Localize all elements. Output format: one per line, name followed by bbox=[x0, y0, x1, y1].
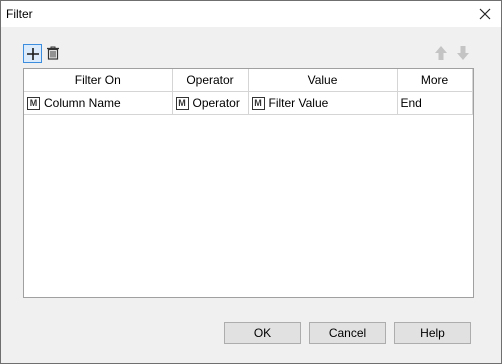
operator-cell[interactable]: M Operator bbox=[172, 91, 249, 115]
filter-value: Filter Value bbox=[268, 96, 329, 110]
more-value: End bbox=[400, 96, 422, 110]
column-header-filter-on[interactable]: Filter On bbox=[24, 69, 173, 92]
table-row[interactable]: M Column Name M Operator M Filter Value … bbox=[24, 91, 473, 115]
filter-on-value: Column Name bbox=[44, 96, 121, 110]
close-button[interactable] bbox=[475, 4, 495, 24]
title-bar: Filter bbox=[1, 1, 501, 27]
formula-m-icon[interactable]: M bbox=[27, 96, 40, 110]
filter-grid: Filter On Operator Value More M Column N… bbox=[23, 68, 474, 298]
move-down-button[interactable] bbox=[454, 44, 472, 62]
arrow-down-icon bbox=[457, 46, 469, 60]
cancel-button[interactable]: Cancel bbox=[309, 322, 386, 344]
value-cell[interactable]: M Filter Value bbox=[248, 91, 398, 115]
trash-icon bbox=[47, 46, 59, 60]
delete-filter-button[interactable] bbox=[44, 44, 62, 62]
dialog-body: Filter On Operator Value More M Column N… bbox=[1, 27, 501, 363]
filter-on-cell[interactable]: M Column Name bbox=[24, 91, 173, 115]
column-header-more[interactable]: More bbox=[397, 69, 473, 92]
plus-icon bbox=[26, 47, 39, 60]
dialog-title: Filter bbox=[6, 7, 33, 21]
arrow-up-icon bbox=[435, 46, 447, 60]
ok-button[interactable]: OK bbox=[224, 322, 301, 344]
operator-value: Operator bbox=[192, 96, 240, 110]
table-header-row: Filter On Operator Value More bbox=[24, 69, 473, 92]
formula-m-icon[interactable]: M bbox=[175, 96, 189, 110]
filter-dialog: Filter Filter On Operator Value More M C… bbox=[0, 0, 502, 364]
close-icon bbox=[479, 8, 491, 20]
column-header-value[interactable]: Value bbox=[248, 69, 398, 92]
more-cell[interactable]: End bbox=[397, 91, 473, 115]
formula-m-icon[interactable]: M bbox=[251, 96, 265, 110]
move-up-button[interactable] bbox=[432, 44, 450, 62]
filter-table: Filter On Operator Value More M Column N… bbox=[24, 69, 473, 115]
column-header-operator[interactable]: Operator bbox=[172, 69, 249, 92]
add-filter-button[interactable] bbox=[23, 44, 42, 63]
help-button[interactable]: Help bbox=[394, 322, 471, 344]
